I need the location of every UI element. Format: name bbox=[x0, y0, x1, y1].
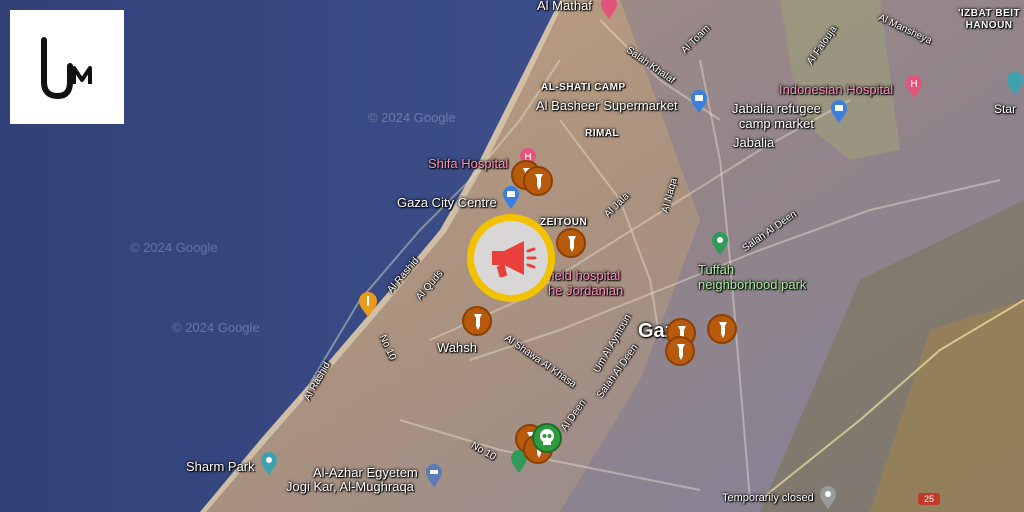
field-hospital-line1: field hospital bbox=[548, 268, 621, 283]
place-label-tuffah-park: Tuffah neighborhood park bbox=[698, 262, 806, 292]
place-label-al-mathaf: Al Mathaf bbox=[537, 0, 592, 13]
park-pin-icon[interactable] bbox=[1006, 72, 1024, 96]
bomb-marker[interactable] bbox=[523, 166, 553, 196]
shopping-bag-icon[interactable] bbox=[690, 90, 708, 114]
bomb-icon bbox=[568, 236, 576, 252]
place-label-jabalia: Jabalia bbox=[733, 135, 775, 150]
place-label-wahsh: Wahsh bbox=[437, 340, 477, 355]
logo-mark-icon bbox=[41, 37, 92, 100]
place-label-izbat-beit-hanoun: 'IZBAT BEIT HANOUN bbox=[958, 8, 1021, 31]
place-label-jabalia-market: Jabalia refugee camp market bbox=[732, 101, 821, 131]
bomb-marker[interactable] bbox=[665, 336, 695, 366]
place-label-al-shati-camp: AL-SHATI CAMP bbox=[541, 82, 626, 93]
google-watermark: © 2024 Google bbox=[172, 320, 260, 335]
park-pin-icon[interactable] bbox=[711, 232, 729, 256]
location-pin-icon[interactable] bbox=[819, 486, 837, 510]
place-label-field-hospital: field hospital he Jordanian bbox=[548, 268, 623, 298]
place-label-rimal: RIMAL bbox=[585, 128, 620, 139]
bomb-icon bbox=[474, 314, 482, 330]
hospital-pin-icon[interactable] bbox=[600, 0, 618, 20]
google-watermark: © 2024 Google bbox=[368, 110, 456, 125]
place-label-shifa-hospital: Shifa Hospital bbox=[428, 156, 509, 171]
marker-inner bbox=[474, 221, 548, 295]
bomb-marker[interactable] bbox=[707, 314, 737, 344]
megaphone-icon bbox=[492, 241, 537, 278]
shopping-bag-icon[interactable] bbox=[830, 100, 848, 124]
hospital-pin-icon[interactable]: H bbox=[905, 75, 923, 99]
site-logo[interactable] bbox=[10, 10, 124, 124]
bomb-icon bbox=[719, 322, 727, 338]
tuffah-line2: neighborhood park bbox=[698, 277, 807, 292]
place-label-sharm-park: Sharm Park bbox=[186, 459, 255, 474]
place-label-al-azhar: Al-Azhar Egyetem bbox=[313, 465, 418, 480]
jabalia-market-line2: camp market bbox=[738, 116, 815, 131]
park-pin-icon[interactable] bbox=[260, 452, 278, 476]
place-label-temporarily-closed: Temporarily closed bbox=[722, 492, 814, 504]
place-label-gaza-city-centre: Gaza City Centre bbox=[397, 195, 497, 210]
school-pin-icon[interactable] bbox=[425, 464, 443, 488]
field-hospital-line2: he Jordanian bbox=[548, 283, 624, 298]
bomb-marker[interactable] bbox=[462, 306, 492, 336]
place-label-star: Star bbox=[994, 102, 1017, 116]
jabalia-market-line1: Jabalia refugee bbox=[732, 101, 821, 116]
road-sign-25: 25 bbox=[918, 493, 940, 505]
skull-marker[interactable] bbox=[532, 423, 562, 453]
shopping-bag-icon[interactable] bbox=[502, 186, 520, 210]
selected-megaphone-marker[interactable] bbox=[467, 214, 555, 302]
tuffah-line1: Tuffah bbox=[698, 262, 735, 277]
place-label-indonesian-hospital: Indonesian Hospital bbox=[779, 82, 894, 97]
bomb-marker[interactable] bbox=[556, 228, 586, 258]
place-label-jogi-kar: Jogi Kar, Al-Mughraqa bbox=[286, 479, 414, 494]
restaurant-pin-icon[interactable] bbox=[358, 292, 378, 318]
bomb-icon bbox=[535, 174, 543, 190]
google-watermark: © 2024 Google bbox=[130, 240, 218, 255]
skull-icon bbox=[540, 429, 554, 445]
bomb-icon bbox=[677, 344, 685, 360]
svg-text:H: H bbox=[910, 79, 918, 90]
place-label-al-basheer-supermarket: Al Basheer Supermarket bbox=[536, 98, 678, 113]
